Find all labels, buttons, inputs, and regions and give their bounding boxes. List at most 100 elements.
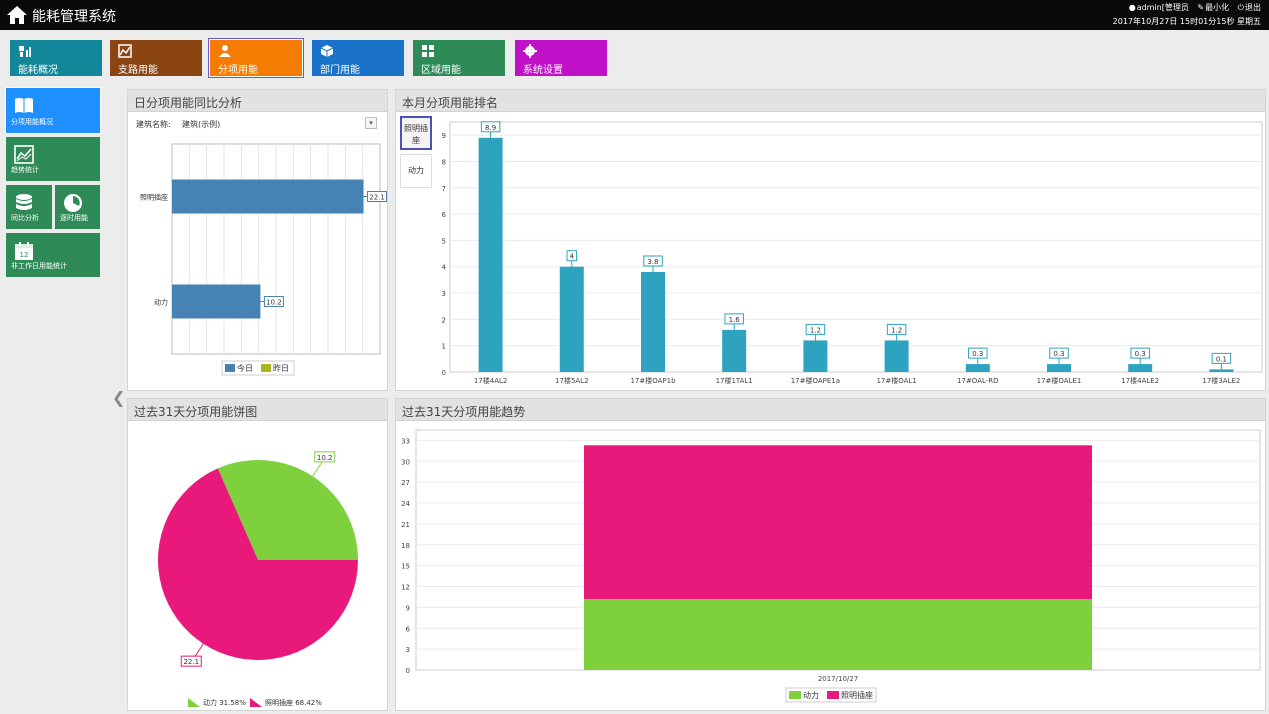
y-tick-label: 12 — [401, 584, 410, 592]
x-tick-label: 2017/10/27 — [818, 675, 858, 683]
home-icon[interactable] — [6, 5, 28, 25]
module-tab-2[interactable]: 分项用能 — [209, 39, 303, 77]
building-select[interactable]: 建筑(示例) — [182, 119, 220, 130]
y-tick-label: 2 — [442, 316, 446, 324]
side-tile-2[interactable]: 同比分析 — [6, 185, 52, 229]
side-tile-1[interactable]: 趋势统计 — [6, 137, 100, 181]
datetime-display: 2017年10月27日 15时01分15秒 星期五 — [1112, 17, 1261, 26]
line-chart-icon — [118, 44, 132, 58]
y-tick-label: 4 — [442, 264, 447, 272]
cube-icon — [320, 45, 334, 57]
panel-header: 日分项用能同比分析 — [128, 90, 387, 112]
clock-icon — [64, 194, 82, 212]
chart-legend: 动力 照明插座 — [785, 687, 877, 703]
legend-label: 照明插座 — [841, 690, 873, 700]
logout-link[interactable]: 退出 — [1245, 3, 1261, 12]
trend-icon — [14, 145, 34, 164]
bar — [641, 272, 665, 372]
module-label: 分项用能 — [218, 65, 258, 76]
y-tick-label: 0 — [442, 369, 446, 377]
bar — [172, 284, 261, 319]
bar — [478, 137, 503, 372]
y-tick-label: 1 — [442, 343, 446, 351]
x-tick-label: 17#楼OAPE1a — [791, 376, 840, 385]
chart-legend: 今日 昨日 — [221, 360, 295, 376]
module-label: 部门用能 — [320, 65, 360, 76]
bar — [884, 340, 909, 372]
y-tick-label: 33 — [401, 437, 410, 445]
calendar-day: 12 — [20, 251, 29, 259]
side-tile-0[interactable]: 分项用能概况 — [5, 87, 101, 134]
x-tick-label: 17楼3ALE2 — [1202, 376, 1240, 385]
x-tick-label: 17#楼OALE1 — [1037, 376, 1082, 385]
ranking-tab-1[interactable]: 动力 — [400, 154, 432, 188]
x-tick-label: 17楼4AL2 — [474, 376, 508, 385]
y-tick-label: 24 — [401, 500, 410, 508]
bar — [1209, 369, 1234, 372]
y-tick-label: 6 — [442, 211, 447, 219]
legend-swatch — [225, 364, 235, 372]
bar — [1128, 364, 1153, 372]
app-title: 能耗管理系统 — [32, 9, 116, 25]
panel-title: 过去31天分项用能趋势 — [402, 405, 526, 419]
power-icon: ⏻ — [1237, 3, 1244, 12]
module-label: 能耗概况 — [18, 65, 58, 76]
module-label: 系统设置 — [523, 65, 563, 76]
data-label: 0.3 — [1053, 350, 1064, 358]
user-icon — [219, 45, 231, 57]
user-toolbar: ●admin[管理员 ✎最小化 ⏻退出 — [1123, 2, 1261, 13]
bar — [803, 340, 828, 372]
module-label: 支路用能 — [118, 65, 158, 76]
stacked-bar-segment — [584, 445, 1092, 600]
y-tick-label: 3 — [406, 646, 410, 654]
x-tick-label: 17楼1TAL1 — [716, 376, 753, 385]
user-name[interactable]: admin[管理员 — [1137, 3, 1189, 12]
ranking-tab-0[interactable]: 照明插座 — [400, 116, 432, 150]
data-label: 1.6 — [729, 316, 741, 324]
x-tick-label: 17#OAL-RD — [957, 377, 999, 385]
book-icon — [15, 98, 33, 113]
x-tick-label: 17楼4ALE2 — [1121, 376, 1159, 385]
panel-title: 过去31天分项用能饼图 — [134, 405, 258, 419]
bar — [172, 179, 364, 214]
module-tab-4[interactable]: 区域用能 — [413, 40, 505, 76]
side-tile-3[interactable]: 逐时用能 — [55, 185, 100, 229]
user-icon: ● — [1128, 3, 1136, 12]
daily-comparison-panel: 日分项用能同比分析 建筑名称: 建筑(示例) ▾ 照明插座 22.1 动力 10.2 今… — [127, 89, 388, 391]
x-tick-label: 17#楼OAL1 — [876, 376, 916, 385]
minimize-link[interactable]: 最小化 — [1205, 3, 1229, 12]
y-tick-label: 18 — [401, 542, 410, 550]
trend-stacked-chart: 0 3 6 9 12 15 18 21 24 27 30 33 2017/10/27 动力 照明插座 — [401, 429, 1261, 703]
module-tab-5[interactable]: 系统设置 — [515, 40, 607, 76]
legend-swatch — [250, 698, 262, 707]
legend-swatch — [827, 691, 839, 699]
data-label: 10.2 — [317, 454, 333, 462]
top-bar: 能耗管理系统 ●admin[管理员 ✎最小化 ⏻退出 2017年10月27日 1… — [0, 0, 1269, 30]
data-label: 0.3 — [1135, 350, 1146, 358]
collapse-sidebar-chevron-icon[interactable]: ❮ — [112, 388, 125, 407]
data-label: 8.9 — [485, 124, 496, 132]
module-tab-1[interactable]: 支路用能 — [110, 40, 202, 76]
minimize-icon: ✎ — [1197, 3, 1205, 12]
y-tick-label: 0 — [406, 667, 410, 675]
panel-title: 本月分项用能排名 — [402, 96, 499, 110]
pie-panel: 过去31天分项用能饼图 10.2 22.1 动力 31.58% 照明插座 68.42% — [127, 398, 388, 711]
module-tab-0[interactable]: 能耗概况 — [10, 40, 102, 76]
y-tick-label: 9 — [406, 604, 410, 612]
legend-label: 今日 — [237, 363, 253, 373]
grid-icon — [422, 45, 434, 57]
data-label: 3.8 — [647, 258, 658, 266]
side-tile-label: 分项用能概况 — [11, 118, 53, 126]
y-tick-label: 27 — [401, 479, 410, 487]
module-tab-3[interactable]: 部门用能 — [312, 40, 404, 76]
y-tick-label: 8 — [442, 158, 446, 166]
chevron-down-icon[interactable]: ▾ — [365, 117, 377, 129]
side-tile-4[interactable]: 12 非工作日用能统计 — [6, 233, 100, 277]
legend-swatch — [261, 364, 271, 372]
gear-icon — [523, 44, 537, 58]
data-label: 1.2 — [891, 326, 902, 334]
legend-swatch — [789, 691, 801, 699]
side-tile-label: 趋势统计 — [11, 166, 39, 174]
database-icon — [16, 194, 32, 210]
side-tile-label: 同比分析 — [11, 214, 39, 222]
